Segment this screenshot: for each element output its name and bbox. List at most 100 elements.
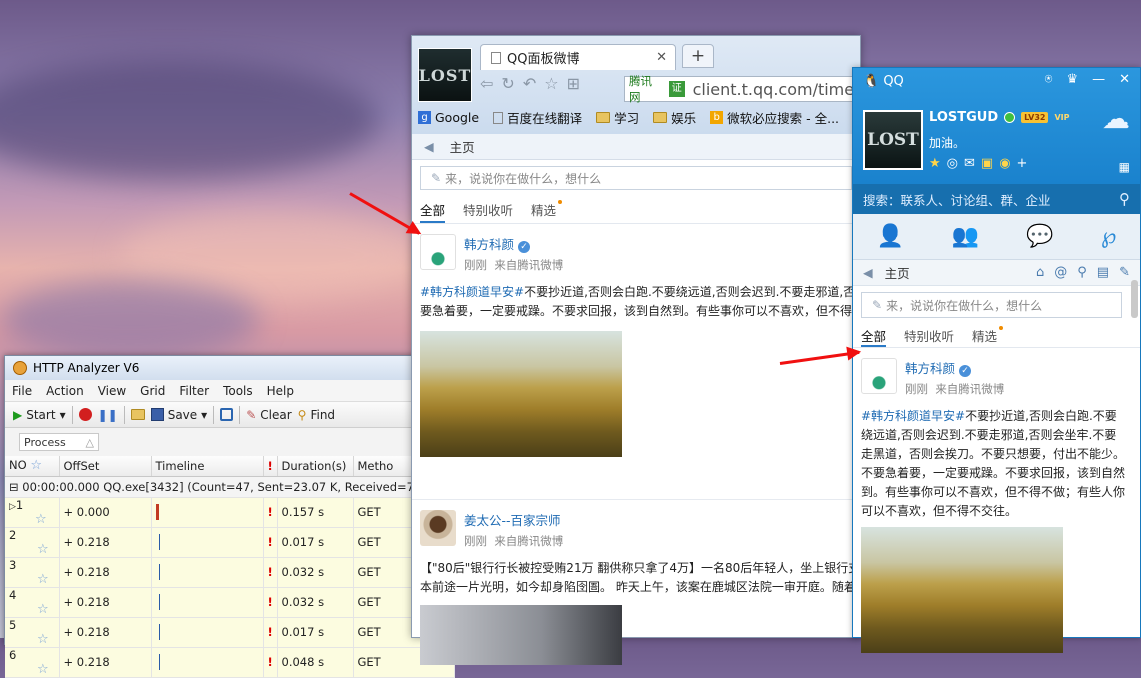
menu-filter[interactable]: Filter xyxy=(172,384,216,398)
level-badge[interactable]: LV32 xyxy=(1021,112,1049,123)
star-icon[interactable]: ☆ xyxy=(37,542,49,557)
qq-username[interactable]: LOSTGUD xyxy=(929,110,998,125)
compose-input[interactable]: ✎ 来，说说你在做什么，想什么 xyxy=(420,166,852,190)
menu-help[interactable]: Help xyxy=(260,384,301,398)
mention-icon[interactable]: @ xyxy=(1054,265,1067,280)
star-icon[interactable]: ☆ xyxy=(35,512,47,527)
tab-all[interactable]: 全部 xyxy=(861,326,887,347)
bookmark-folder-entertainment[interactable]: 娱乐 xyxy=(653,108,696,127)
table-row[interactable]: 4 ☆ + 0.218 ! 0.032 s GET xyxy=(5,587,456,618)
col-timeline[interactable]: Timeline xyxy=(151,456,264,477)
home-icon[interactable]: ⌂ xyxy=(1036,265,1044,280)
star-icon[interactable]: ☆ xyxy=(37,602,49,617)
weather-cloud-icon[interactable]: ☁ xyxy=(1102,102,1130,135)
stop-button[interactable] xyxy=(78,408,92,421)
menu-grid-icon[interactable]: ▦ xyxy=(1119,160,1130,174)
qq-signature[interactable]: 加油。 xyxy=(929,134,965,151)
col-flag[interactable]: ! xyxy=(263,456,278,477)
post-source[interactable]: 来自腾讯微博 xyxy=(935,382,1004,396)
capture-button[interactable] xyxy=(220,408,234,421)
add-icon[interactable]: + xyxy=(1017,156,1028,171)
post-avatar[interactable] xyxy=(420,510,456,546)
groups-icon[interactable]: 👥 xyxy=(951,224,978,249)
back-arrow-icon[interactable]: ◀ xyxy=(424,139,434,154)
gift-icon[interactable]: ▣ xyxy=(981,156,993,171)
home-link[interactable]: 主页 xyxy=(450,137,475,156)
col-no[interactable]: NO ☆ xyxy=(5,456,60,477)
back-arrow-icon[interactable]: ◀ xyxy=(863,265,873,280)
post-avatar[interactable] xyxy=(420,234,456,270)
bookmark-bing[interactable]: b 微软必应搜索 - 全... xyxy=(710,108,839,127)
save-button[interactable]: Save ▾ xyxy=(150,408,207,422)
new-tab-button[interactable]: + xyxy=(682,44,714,68)
post-hashtag[interactable]: #韩方科颜道早安# xyxy=(861,409,965,423)
tab-special[interactable]: 特别收听 xyxy=(904,326,954,347)
star-icon[interactable]: ☆ xyxy=(37,662,49,677)
favorite-icon[interactable]: ★ xyxy=(929,156,941,171)
home-link[interactable]: 主页 xyxy=(885,263,910,282)
post-image-wheat-field[interactable] xyxy=(861,527,1063,653)
menu-file[interactable]: File xyxy=(5,384,39,398)
col-duration[interactable]: Duration(s) xyxy=(277,456,354,477)
post-author[interactable]: 韩方科颜 xyxy=(905,361,955,376)
undo-icon[interactable]: ↶ xyxy=(523,74,536,93)
online-status-icon[interactable] xyxy=(1004,112,1016,123)
col-offset[interactable]: OffSet xyxy=(59,456,152,477)
pause-button[interactable]: ❚❚ xyxy=(98,408,118,422)
post-author[interactable]: 韩方科颜 xyxy=(464,237,514,252)
post-author[interactable]: 姜太公--百家宗师 xyxy=(464,513,561,528)
search-icon[interactable]: ⚲ xyxy=(1119,190,1130,208)
weibo-tab-icon[interactable]: ℘ xyxy=(1101,224,1116,249)
table-row[interactable]: 6 ☆ + 0.218 ! 0.048 s GET xyxy=(5,647,456,678)
process-group-row[interactable]: ⊟ 00:00:00.000 QQ.exe[3432] (Count=47, S… xyxy=(5,476,456,498)
vip-badge[interactable]: VIP xyxy=(1054,113,1069,122)
back-icon[interactable]: ⇦ xyxy=(480,74,493,93)
table-row[interactable]: 2 ☆ + 0.218 ! 0.017 s GET xyxy=(5,527,456,558)
menu-grid[interactable]: Grid xyxy=(133,384,172,398)
scrollbar-thumb[interactable] xyxy=(1131,280,1138,318)
post-image-photo[interactable] xyxy=(420,605,622,665)
clear-button[interactable]: ✎ Clear xyxy=(246,408,291,422)
skin-icon[interactable]: ♛ xyxy=(1066,72,1078,87)
minimize-icon[interactable]: — xyxy=(1092,72,1105,87)
qq-search-bar[interactable]: 搜索：联系人、讨论组、群、企业 ⚲ xyxy=(853,184,1140,214)
menu-view[interactable]: View xyxy=(91,384,133,398)
start-button[interactable]: ▶ Start ▾ xyxy=(13,408,66,422)
chat-icon[interactable]: 💬 xyxy=(1026,224,1053,249)
compose-input[interactable]: ✎ 来，说说你在做什么，想什么 xyxy=(861,292,1122,318)
cert-badge[interactable]: 证 xyxy=(668,81,685,97)
profile-card-icon[interactable]: ▤ xyxy=(1097,265,1109,280)
favorite-star-icon[interactable]: ☆ xyxy=(544,74,558,93)
bookmark-folder-study[interactable]: 学习 xyxy=(596,108,639,127)
tab-featured[interactable]: 精选 xyxy=(972,326,1004,347)
tab-featured[interactable]: 精选 xyxy=(531,200,563,223)
table-row[interactable]: 3 ☆ + 0.218 ! 0.032 s GET xyxy=(5,557,456,588)
address-bar[interactable]: 腾讯网 证 client.t.qq.com/timeli xyxy=(624,74,864,104)
post-image-wheat-field[interactable] xyxy=(420,331,622,457)
process-filter[interactable]: Process △ xyxy=(19,433,99,451)
find-button[interactable]: ⚲ Find xyxy=(298,408,335,422)
tab-qq-weibo[interactable]: QQ面板微博 ✕ xyxy=(480,44,676,70)
collapse-icon[interactable]: ⊟ xyxy=(9,480,19,494)
medal-icon[interactable]: ⍟ xyxy=(1045,72,1053,87)
tab-all[interactable]: 全部 xyxy=(420,200,446,223)
http-analyzer-titlebar[interactable]: HTTP Analyzer V6 xyxy=(5,356,415,380)
close-icon[interactable]: ✕ xyxy=(1119,72,1130,87)
edit-icon[interactable]: ✎ xyxy=(1119,265,1130,280)
post-avatar[interactable] xyxy=(861,358,897,394)
browser-user-avatar[interactable]: LOST xyxy=(418,48,472,102)
menu-tools[interactable]: Tools xyxy=(216,384,260,398)
qq-avatar[interactable]: LOST xyxy=(863,110,923,170)
search-icon[interactable]: ⚲ xyxy=(1077,265,1087,280)
menu-action[interactable]: Action xyxy=(39,384,91,398)
post-hashtag[interactable]: #韩方科颜道早安# xyxy=(420,285,524,299)
table-row[interactable]: 5 ☆ + 0.218 ! 0.017 s GET xyxy=(5,617,456,648)
post-source[interactable]: 来自腾讯微博 xyxy=(494,258,563,272)
bookmark-baidu-translate[interactable]: 百度在线翻译 xyxy=(493,108,582,127)
post-source[interactable]: 来自腾讯微博 xyxy=(494,534,563,548)
star-icon[interactable]: ☆ xyxy=(37,572,49,587)
close-tab-icon[interactable]: ✕ xyxy=(656,50,667,65)
table-row[interactable]: ▷1 ☆ + 0.000 ! 0.157 s GET xyxy=(5,497,456,528)
open-button[interactable] xyxy=(130,409,145,420)
apps-grid-icon[interactable]: ⊞ xyxy=(567,74,580,93)
